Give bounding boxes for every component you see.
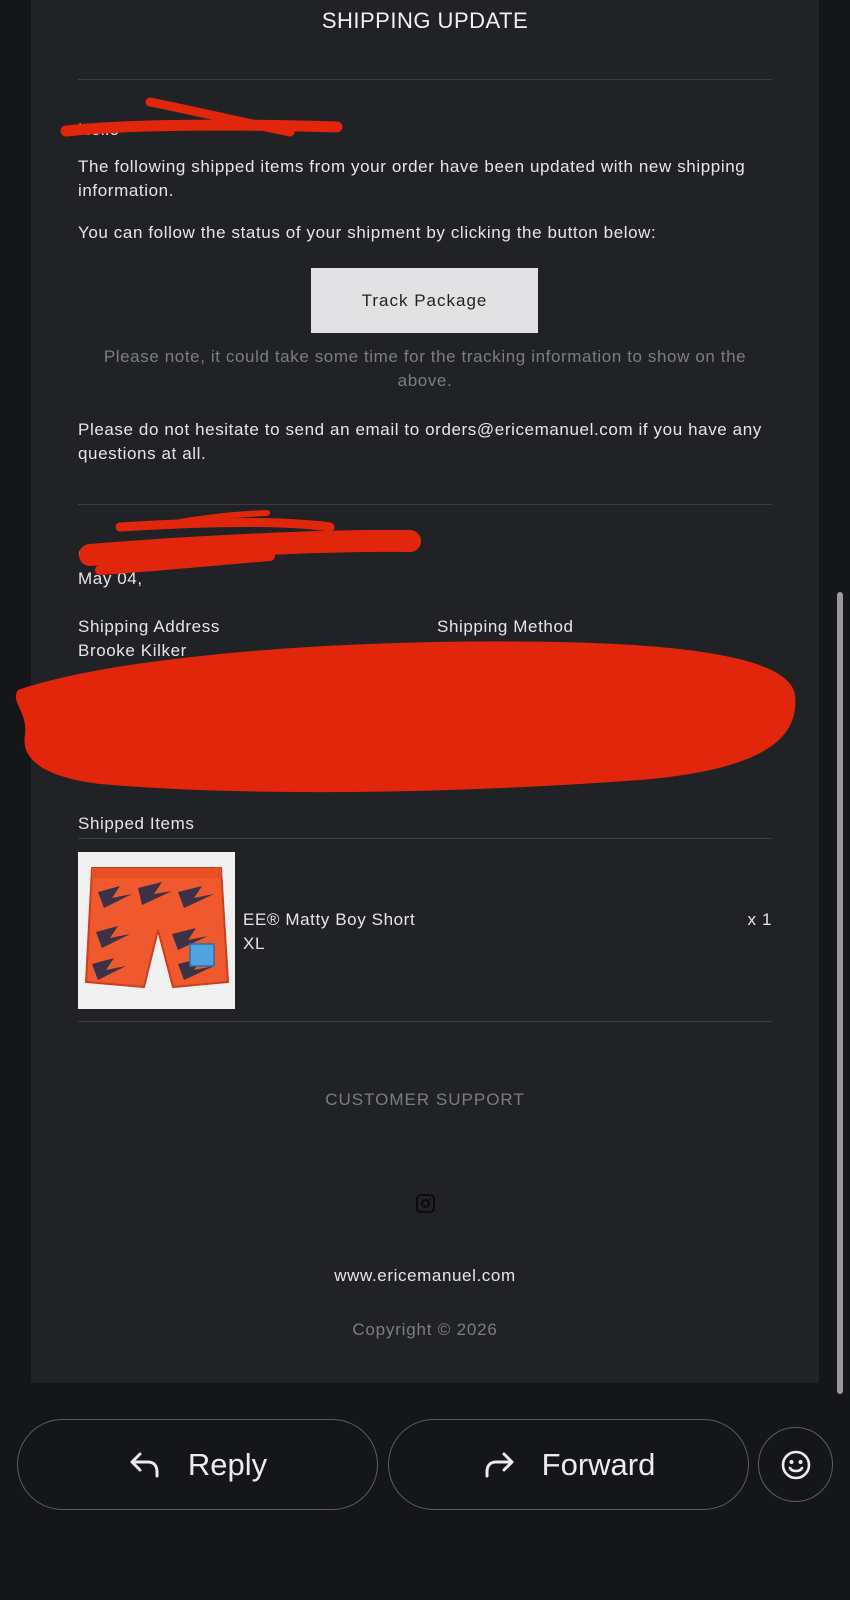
product-variant: XL: [243, 934, 265, 953]
divider: [78, 838, 772, 839]
customer-support-link[interactable]: CUSTOMER SUPPORT: [31, 1090, 819, 1110]
divider: [78, 504, 772, 505]
reply-button[interactable]: Reply: [17, 1419, 378, 1510]
product-quantity: x 1: [747, 910, 772, 929]
email-body: SHIPPING UPDATE Hello The following ship…: [31, 0, 819, 1383]
order-label: C: [78, 545, 91, 564]
shipping-address-label: Shipping Address: [78, 617, 220, 636]
email-title: SHIPPING UPDATE: [321, 8, 529, 33]
shipping-method-label: Shipping Method: [437, 617, 574, 636]
shipping-address-name: Brooke Kilker: [78, 641, 187, 660]
track-package-button[interactable]: Track Package: [311, 268, 538, 333]
website-link[interactable]: www.ericemanuel.com: [31, 1266, 819, 1286]
shorts-image: [78, 852, 235, 1009]
forward-button[interactable]: Forward: [388, 1419, 749, 1510]
tracking-note: Please note, it could take some time for…: [103, 347, 747, 390]
greeting: Hello: [78, 120, 120, 139]
forward-label: Forward: [541, 1446, 656, 1482]
order-date: May 04,: [78, 569, 143, 588]
emoji-icon: [781, 1450, 810, 1479]
forward-arrow-icon: [485, 1452, 514, 1477]
product-name[interactable]: EE® Matty Boy Short: [243, 910, 415, 930]
follow-text: You can follow the status of your shipme…: [78, 223, 657, 242]
emoji-reaction-button[interactable]: [758, 1427, 833, 1502]
product-thumbnail[interactable]: [78, 852, 235, 1009]
copyright-text: Copyright © 2026: [352, 1320, 498, 1339]
shipped-items-label: Shipped Items: [78, 814, 195, 833]
contact-text: Please do not hesitate to send an email …: [78, 420, 762, 463]
intro-text: The following shipped items from your or…: [78, 157, 746, 200]
scrollbar[interactable]: [837, 592, 843, 1394]
reply-label: Reply: [187, 1446, 268, 1482]
reply-arrow-icon: [130, 1452, 159, 1477]
instagram-icon[interactable]: [416, 1194, 435, 1213]
divider: [78, 1021, 772, 1022]
mail-screen: SHIPPING UPDATE Hello The following ship…: [0, 0, 850, 1600]
divider: [78, 79, 772, 80]
